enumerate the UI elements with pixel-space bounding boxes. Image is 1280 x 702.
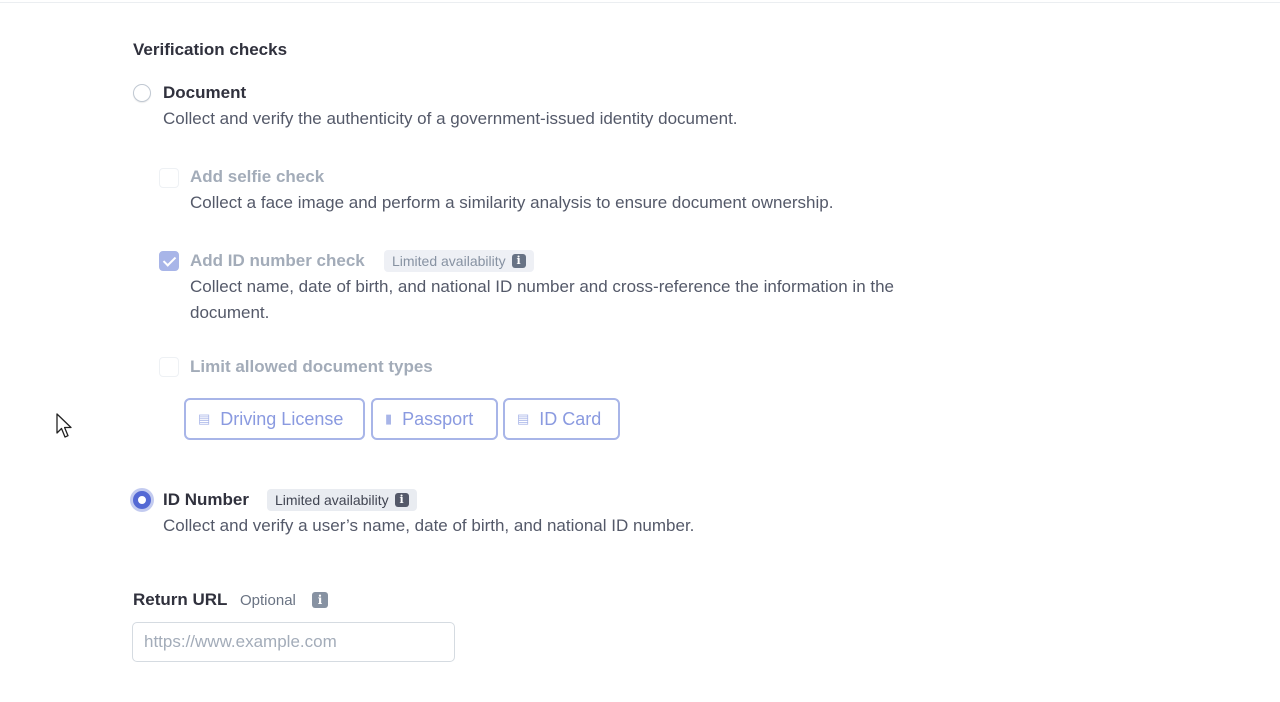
doc-type-label: Driving License xyxy=(220,408,344,429)
id-number-check-description-cont: document. xyxy=(190,303,270,322)
id-number-check-label: Add ID number check xyxy=(190,251,365,270)
document-description: Collect and verify the authenticity of a… xyxy=(163,109,738,128)
selfie-label: Add selfie check xyxy=(190,167,325,186)
return-url-optional: Optional xyxy=(240,592,296,609)
doc-type-id-card-button[interactable]: ▤ ID Card xyxy=(503,398,620,440)
top-divider xyxy=(0,2,1280,3)
id-number-check-checkbox[interactable] xyxy=(159,251,179,271)
info-icon[interactable]: i xyxy=(511,254,526,268)
doc-type-label: Passport xyxy=(402,408,474,429)
id-number-description: Collect and verify a user’s name, date o… xyxy=(163,516,695,535)
info-icon[interactable]: i xyxy=(312,592,328,608)
badge-label: Limited availability xyxy=(275,492,389,508)
id-card-icon: ▤ xyxy=(517,411,530,426)
return-url-label: Return URL xyxy=(133,590,228,609)
doc-type-passport-button[interactable]: ▮ Passport xyxy=(371,398,498,440)
id-number-check-description: Collect name, date of birth, and nationa… xyxy=(190,277,894,296)
limited-availability-badge: Limited availability i xyxy=(267,489,417,511)
document-label: Document xyxy=(163,83,247,102)
document-radio[interactable] xyxy=(133,84,151,102)
selfie-description: Collect a face image and perform a simil… xyxy=(190,193,834,212)
doc-type-label: ID Card xyxy=(539,408,602,429)
id-card-icon: ▤ xyxy=(198,411,211,426)
selfie-checkbox[interactable] xyxy=(159,168,179,188)
badge-label: Limited availability xyxy=(392,253,506,269)
return-url-input[interactable] xyxy=(132,622,455,662)
passport-icon: ▮ xyxy=(385,411,393,426)
limited-availability-badge: Limited availability i xyxy=(384,250,534,272)
limit-types-label: Limit allowed document types xyxy=(190,357,433,376)
section-title: Verification checks xyxy=(133,40,288,59)
id-number-radio[interactable] xyxy=(133,491,151,509)
limit-types-checkbox[interactable] xyxy=(159,357,179,377)
doc-type-driving-license-button[interactable]: ▤ Driving License xyxy=(184,398,365,440)
info-icon[interactable]: i xyxy=(394,493,409,507)
mouse-cursor-icon xyxy=(56,413,72,438)
id-number-label: ID Number xyxy=(163,490,249,509)
